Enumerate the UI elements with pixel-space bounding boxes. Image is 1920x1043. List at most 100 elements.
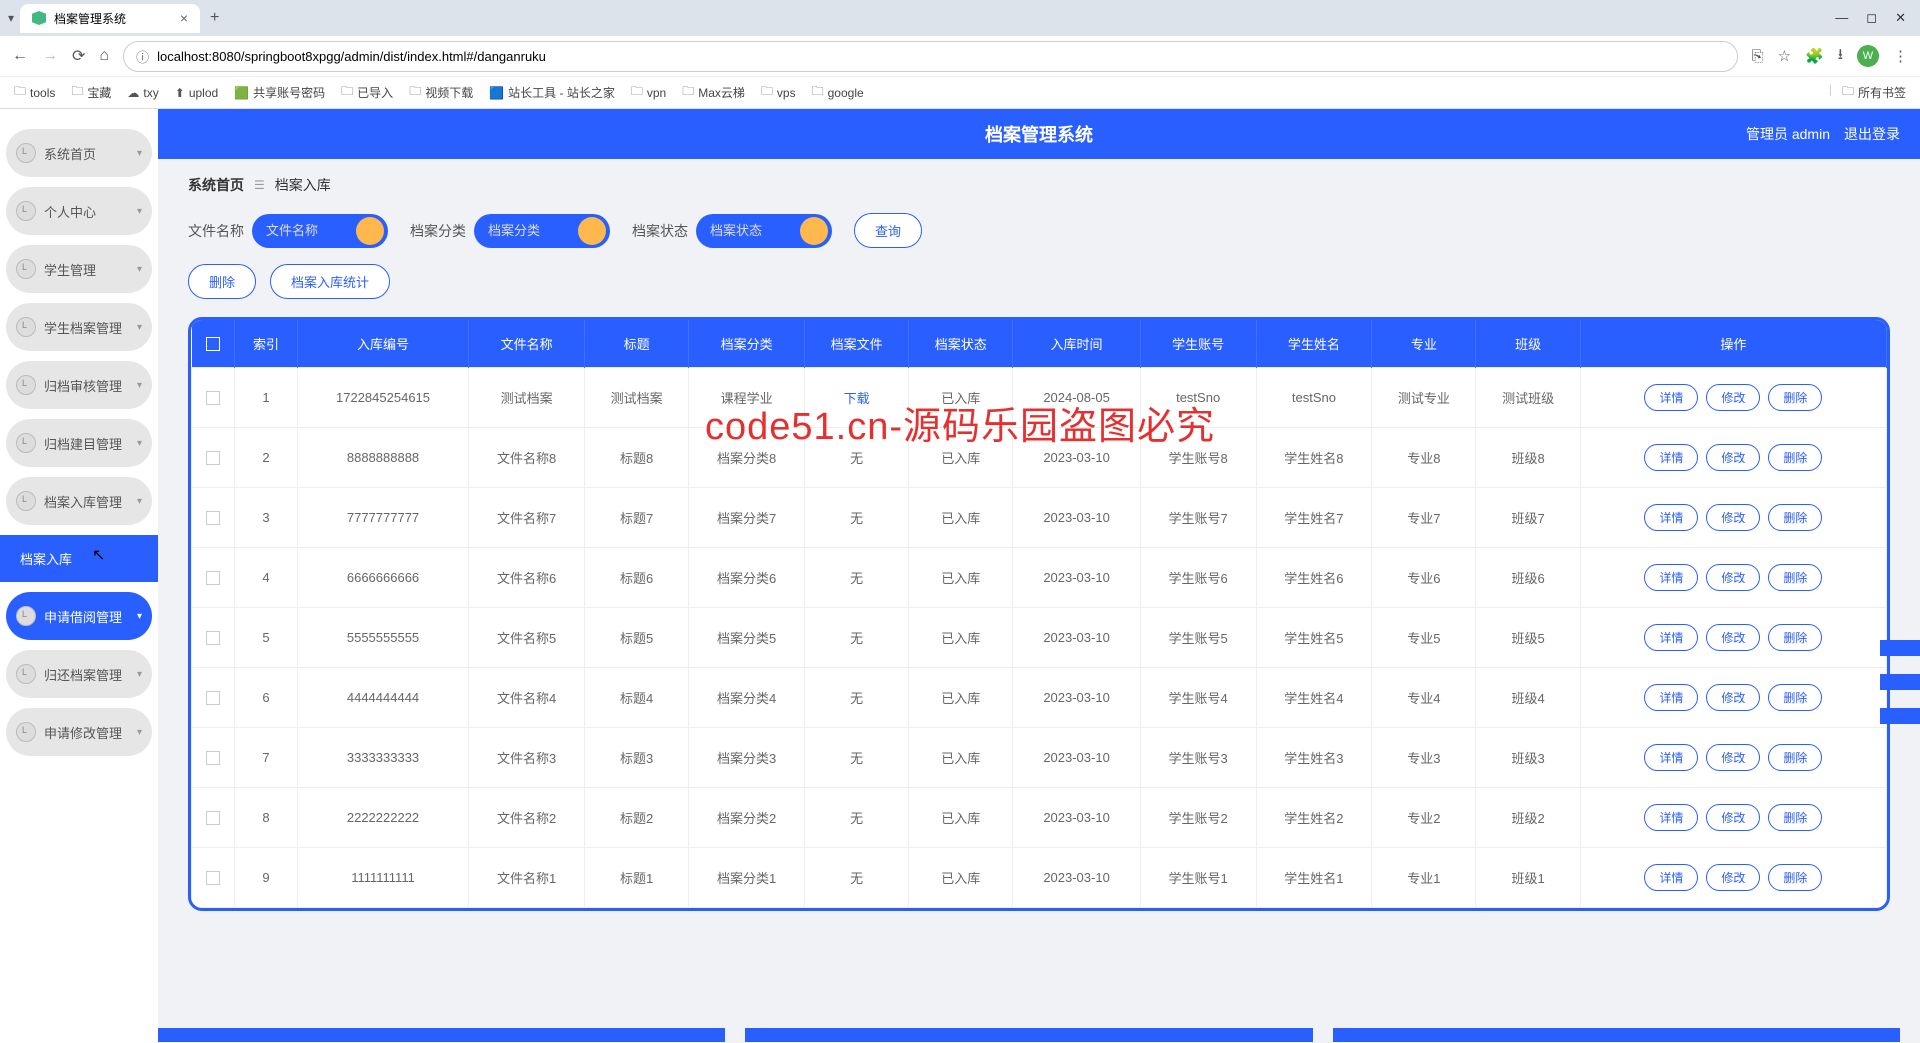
bookmark-item[interactable]: 🗀已导入 — [341, 82, 393, 103]
bookmark-item[interactable]: 🗀视频下载 — [409, 82, 473, 103]
delete-button[interactable]: 删除 — [188, 264, 256, 299]
extensions-icon[interactable]: 🧩 — [1805, 47, 1824, 65]
sidebar-item-0[interactable]: 系统首页▾ — [6, 129, 152, 177]
bookmark-item[interactable]: 🟩共享账号密码 — [234, 84, 325, 101]
row-detail-button[interactable]: 详情 — [1644, 444, 1698, 471]
stats-button[interactable]: 档案入库统计 — [270, 264, 390, 299]
sidebar-item-1[interactable]: 个人中心▾ — [6, 187, 152, 235]
row-delete-button[interactable]: 删除 — [1768, 444, 1822, 471]
row-edit-button[interactable]: 修改 — [1706, 744, 1760, 771]
row-detail-button[interactable]: 详情 — [1644, 504, 1698, 531]
row-edit-button[interactable]: 修改 — [1706, 684, 1760, 711]
sidebar-item-10[interactable]: 申请修改管理▾ — [6, 708, 152, 756]
row-delete-button[interactable]: 删除 — [1768, 384, 1822, 411]
minimize-icon[interactable]: — — [1835, 10, 1848, 26]
bookmark-item[interactable]: 🟦站长工具 - 站长之家 — [489, 84, 615, 101]
row-edit-button[interactable]: 修改 — [1706, 444, 1760, 471]
filter-knob-icon[interactable] — [356, 217, 384, 245]
bookmark-item[interactable]: 🗀tools — [14, 82, 55, 103]
row-delete-button[interactable]: 删除 — [1768, 564, 1822, 591]
row-detail-button[interactable]: 详情 — [1644, 864, 1698, 891]
cell-status: 已入库 — [909, 668, 1013, 728]
new-tab-button[interactable]: + — [200, 9, 229, 27]
tab-dropdown-icon[interactable]: ▾ — [8, 11, 14, 25]
bookmark-item[interactable]: 🗀宝藏 — [71, 82, 111, 103]
bookmark-star-icon[interactable]: ☆ — [1778, 47, 1791, 65]
logout-button[interactable]: 退出登录 — [1844, 124, 1900, 144]
cell-acc: 学生账号5 — [1140, 608, 1256, 668]
row-edit-button[interactable]: 修改 — [1706, 504, 1760, 531]
row-checkbox[interactable] — [206, 691, 220, 705]
row-detail-button[interactable]: 详情 — [1644, 384, 1698, 411]
bookmark-item[interactable]: 🗀vpn — [631, 82, 666, 103]
sidebar-item-8[interactable]: 申请借阅管理▾ — [6, 592, 152, 640]
row-delete-button[interactable]: 删除 — [1768, 864, 1822, 891]
row-checkbox[interactable] — [206, 811, 220, 825]
filter-filename-input-wrap[interactable] — [252, 214, 388, 248]
bookmark-item[interactable]: ⬆uplod — [175, 86, 218, 100]
row-checkbox[interactable] — [206, 511, 220, 525]
row-edit-button[interactable]: 修改 — [1706, 384, 1760, 411]
bookmark-item[interactable]: 🗀Max云梯 — [682, 82, 745, 103]
menu-icon[interactable]: ⋮ — [1893, 47, 1908, 65]
back-icon[interactable]: ← — [12, 47, 28, 65]
url-field[interactable]: ⓘ localhost:8080/springboot8xpgg/admin/d… — [123, 41, 1738, 72]
filter-status-input-wrap[interactable] — [696, 214, 832, 248]
bookmark-label: 视频下载 — [425, 84, 473, 101]
tab-close-icon[interactable]: × — [180, 10, 188, 26]
bookmark-item[interactable]: ☁txy — [127, 86, 158, 100]
filter-knob-icon[interactable] — [578, 217, 606, 245]
filter-knob-icon[interactable] — [800, 217, 828, 245]
filter-status-input[interactable] — [710, 223, 790, 238]
row-detail-button[interactable]: 详情 — [1644, 744, 1698, 771]
row-checkbox[interactable] — [206, 571, 220, 585]
download-icon[interactable]: ⭳ — [1838, 44, 1843, 69]
browser-tab[interactable]: 档案管理系统 × — [20, 4, 200, 33]
row-checkbox[interactable] — [206, 751, 220, 765]
row-checkbox[interactable] — [206, 451, 220, 465]
bookmark-item[interactable]: 🗀google — [812, 82, 864, 103]
profile-avatar[interactable]: W — [1857, 45, 1879, 67]
sidebar-item-2[interactable]: 学生管理▾ — [6, 245, 152, 293]
row-delete-button[interactable]: 删除 — [1768, 684, 1822, 711]
install-icon[interactable]: ⎘ — [1752, 48, 1764, 65]
row-checkbox[interactable] — [206, 391, 220, 405]
sidebar-item-6[interactable]: 档案入库管理▾ — [6, 477, 152, 525]
row-edit-button[interactable]: 修改 — [1706, 864, 1760, 891]
user-label[interactable]: 管理员 admin — [1746, 124, 1830, 144]
all-bookmarks[interactable]: 🗀所有书签 — [1842, 82, 1906, 103]
sidebar-item-3[interactable]: 学生档案管理▾ — [6, 303, 152, 351]
row-detail-button[interactable]: 详情 — [1644, 564, 1698, 591]
select-all-checkbox[interactable] — [206, 337, 220, 351]
forward-icon[interactable]: → — [42, 47, 58, 65]
row-edit-button[interactable]: 修改 — [1706, 804, 1760, 831]
sidebar-item-7[interactable]: 档案入库 — [0, 535, 158, 582]
maximize-icon[interactable]: ◻ — [1866, 10, 1877, 26]
row-detail-button[interactable]: 详情 — [1644, 684, 1698, 711]
site-info-icon[interactable]: ⓘ — [136, 47, 149, 66]
row-edit-button[interactable]: 修改 — [1706, 624, 1760, 651]
filter-category-input[interactable] — [488, 223, 568, 238]
row-delete-button[interactable]: 删除 — [1768, 804, 1822, 831]
cell-file[interactable]: 下载 — [804, 368, 908, 428]
close-window-icon[interactable]: ✕ — [1895, 10, 1906, 26]
row-checkbox[interactable] — [206, 871, 220, 885]
filter-filename-input[interactable] — [266, 223, 346, 238]
bookmark-item[interactable]: 🗀vps — [761, 82, 796, 103]
row-detail-button[interactable]: 详情 — [1644, 624, 1698, 651]
row-detail-button[interactable]: 详情 — [1644, 804, 1698, 831]
reload-icon[interactable]: ⟳ — [72, 46, 85, 66]
row-checkbox[interactable] — [206, 631, 220, 645]
search-button[interactable]: 查询 — [854, 213, 922, 248]
row-edit-button[interactable]: 修改 — [1706, 564, 1760, 591]
breadcrumb-home[interactable]: 系统首页 — [188, 175, 244, 195]
row-delete-button[interactable]: 删除 — [1768, 504, 1822, 531]
sidebar-item-9[interactable]: 归还档案管理▾ — [6, 650, 152, 698]
row-delete-button[interactable]: 删除 — [1768, 744, 1822, 771]
home-icon[interactable]: ⌂ — [99, 47, 109, 65]
sidebar-item-4[interactable]: 归档审核管理▾ — [6, 361, 152, 409]
row-delete-button[interactable]: 删除 — [1768, 624, 1822, 651]
cell-date: 2023-03-10 — [1013, 728, 1140, 788]
filter-category-input-wrap[interactable] — [474, 214, 610, 248]
sidebar-item-5[interactable]: 归档建目管理▾ — [6, 419, 152, 467]
